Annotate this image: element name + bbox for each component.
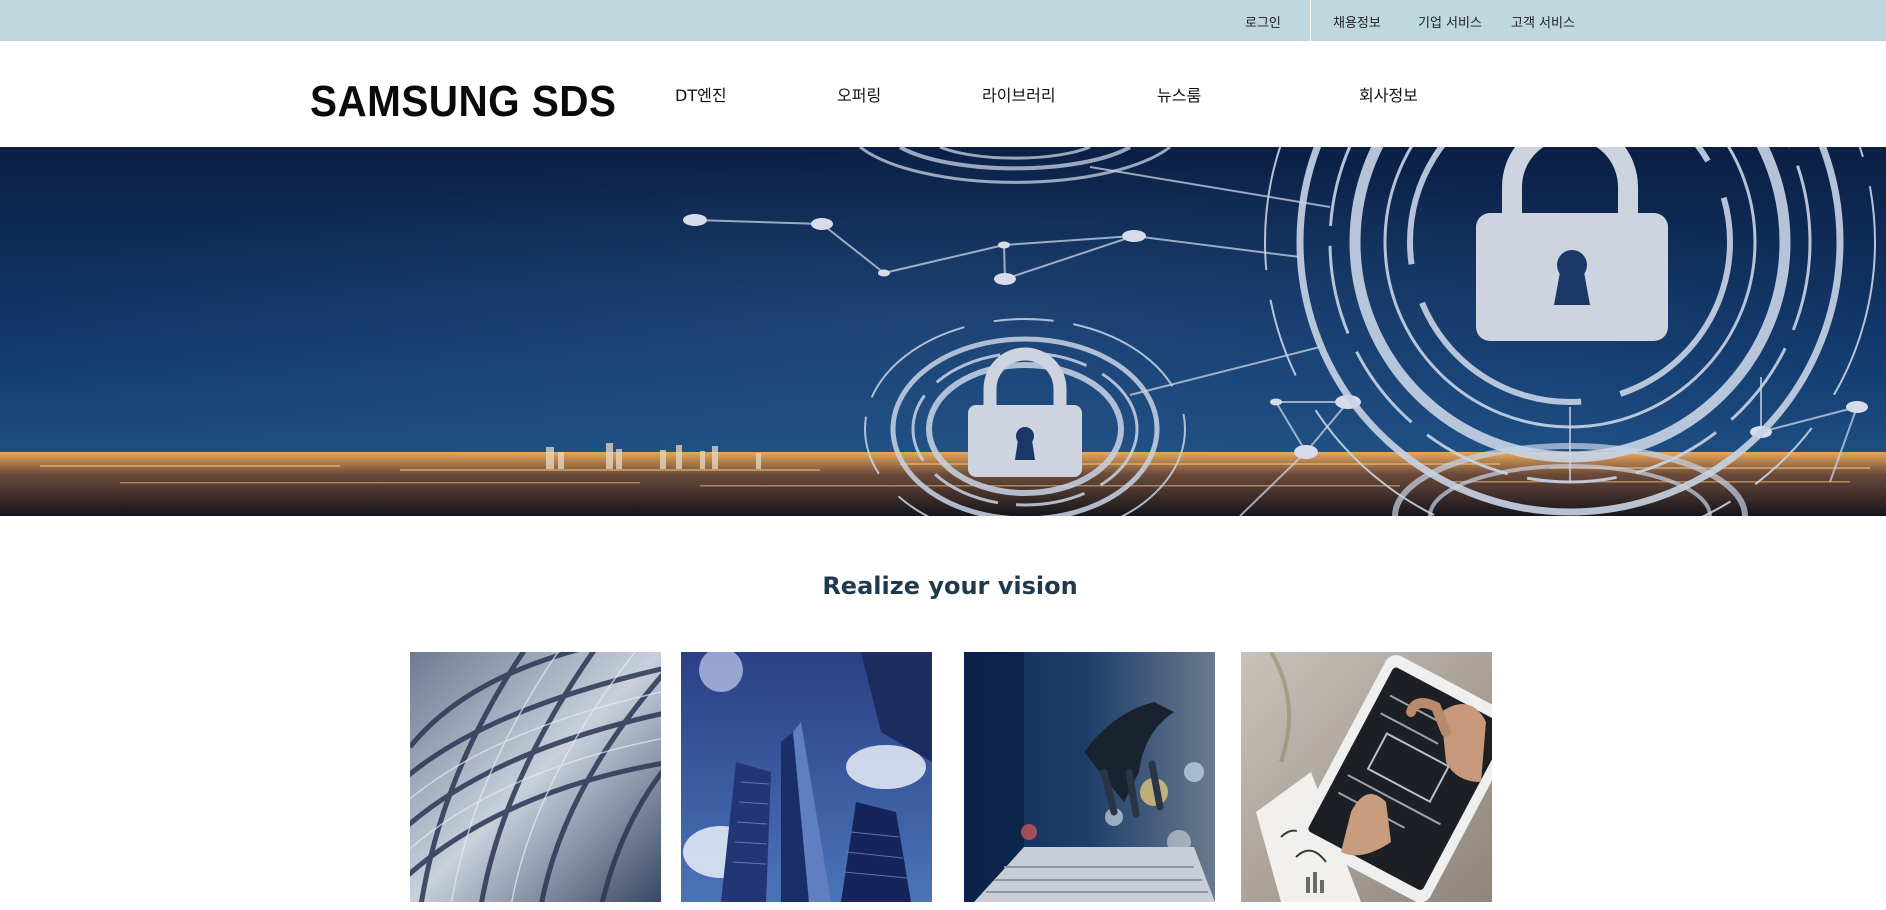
hero-security-illustration <box>0 147 1886 516</box>
utility-bar: 로그인 채용정보 기업 서비스 고객 서비스 <box>0 0 1886 41</box>
samsung-sds-logo[interactable]: SAMSUNG SDS <box>310 77 616 127</box>
nav-item-offering[interactable]: 오퍼링 <box>837 82 881 106</box>
nav-item-library[interactable]: 라이브러리 <box>982 82 1056 106</box>
section-title: Realize your vision <box>822 572 1078 600</box>
enterprise-service-link[interactable]: 기업 서비스 <box>1418 12 1482 31</box>
utility-divider <box>1310 0 1311 41</box>
card-robot-laptop[interactable] <box>964 652 1215 902</box>
careers-link[interactable]: 채용정보 <box>1333 12 1381 31</box>
skyscraper-image <box>681 652 932 902</box>
nav-item-company-info[interactable]: 회사정보 <box>1359 82 1418 106</box>
tablet-hands-image <box>1241 652 1492 902</box>
robot-hand-laptop-image <box>964 652 1215 902</box>
card-tablet-hands[interactable] <box>1241 652 1492 902</box>
login-link[interactable]: 로그인 <box>1245 12 1281 31</box>
glass-dome-image <box>410 652 661 902</box>
card-glass-dome[interactable] <box>410 652 661 902</box>
card-skyscraper[interactable] <box>681 652 932 902</box>
nav-item-newsroom[interactable]: 뉴스룸 <box>1157 82 1201 106</box>
nav-item-dt-engine[interactable]: DT엔진 <box>675 82 727 106</box>
main-header: SAMSUNG SDS DT엔진 오퍼링 라이브러리 뉴스룸 회사정보 <box>0 41 1886 147</box>
customer-service-link[interactable]: 고객 서비스 <box>1511 12 1575 31</box>
hero-banner[interactable] <box>0 147 1886 516</box>
